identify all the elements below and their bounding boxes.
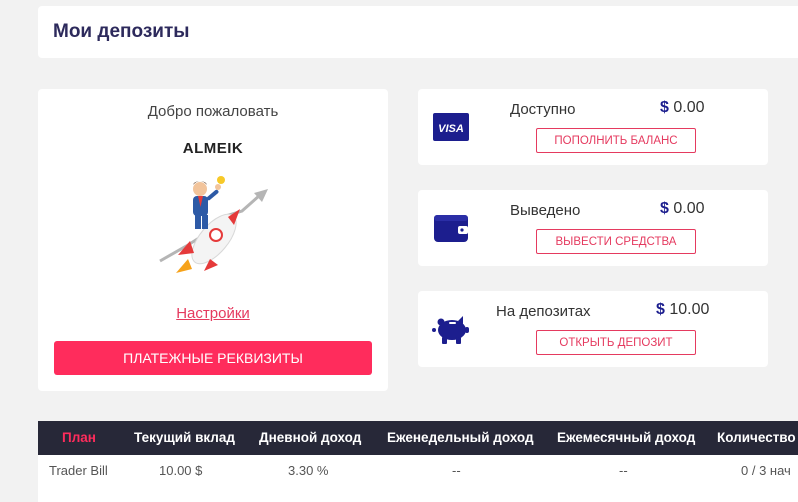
cell-current-deposit: 10.00 $ [159,463,203,478]
welcome-card: Добро пожаловать ALMEIK Настройки ПЛАТЕЖ… [38,89,388,391]
welcome-greeting: Добро пожаловать [147,103,279,120]
amount-value: 0.00 [673,200,705,217]
cell-daily-income: 3.30 % [288,463,329,478]
piggy-bank-icon [432,316,469,344]
stat-label: Доступно [510,101,576,118]
amount-value: 10.00 [669,301,710,318]
currency-symbol: $ [660,99,669,116]
open-deposit-button[interactable]: ОТКРЫТЬ ДЕПОЗИТ [536,330,696,355]
stat-amount: $ 0.00 [660,99,705,117]
table-row: Trader Bill 10.00 $ 3.30 % -- -- 0 / 3 н… [38,455,798,485]
page-title: Мои депозиты [53,21,190,42]
column-header-count[interactable]: Количество [717,430,796,445]
column-header-monthly-income[interactable]: Ежемесячный доход [557,430,695,445]
currency-symbol: $ [660,200,669,217]
cell-weekly-income: -- [452,463,461,478]
cell-plan: Trader Bill [49,463,108,478]
wallet-icon [434,215,468,242]
stat-card-on-deposits: На депозитах $ 10.00 ОТКРЫТЬ ДЕПОЗИТ [418,291,768,367]
stat-label: Выведено [510,202,581,219]
header-card: Мои депозиты [38,6,798,58]
deposits-table: План Текущий вклад Дневной доход Еженеде… [38,421,798,502]
stat-amount: $ 10.00 [656,301,709,319]
column-header-weekly-income[interactable]: Еженедельный доход [387,430,534,445]
visa-card-icon: VISA [433,113,469,141]
rocket-businessman-illustration [159,176,268,273]
payment-requisites-button[interactable]: ПЛАТЕЖНЫЕ РЕКВИЗИТЫ [54,341,372,375]
stat-card-withdrawn: Выведено $ 0.00 ВЫВЕСТИ СРЕДСТВА [418,190,768,266]
currency-symbol: $ [656,301,665,318]
stat-amount: $ 0.00 [660,200,705,218]
top-up-balance-button[interactable]: ПОПОЛНИТЬ БАЛАНС [536,128,696,153]
cell-count: 0 / 3 нач [741,463,791,478]
table-header: План Текущий вклад Дневной доход Еженеде… [38,421,798,455]
stat-card-available: VISA Доступно $ 0.00 ПОПОЛНИТЬ БАЛАНС [418,89,768,165]
amount-value: 0.00 [673,99,705,116]
username: ALMEIK [182,140,244,157]
column-header-current-deposit[interactable]: Текущий вклад [134,430,235,445]
settings-link[interactable]: Настройки [38,305,388,322]
column-header-plan[interactable]: План [62,430,96,445]
cell-monthly-income: -- [619,463,628,478]
withdraw-funds-button[interactable]: ВЫВЕСТИ СРЕДСТВА [536,229,696,254]
stat-label: На депозитах [496,303,591,320]
svg-text:VISA: VISA [438,123,464,135]
column-header-daily-income[interactable]: Дневной доход [259,430,361,445]
